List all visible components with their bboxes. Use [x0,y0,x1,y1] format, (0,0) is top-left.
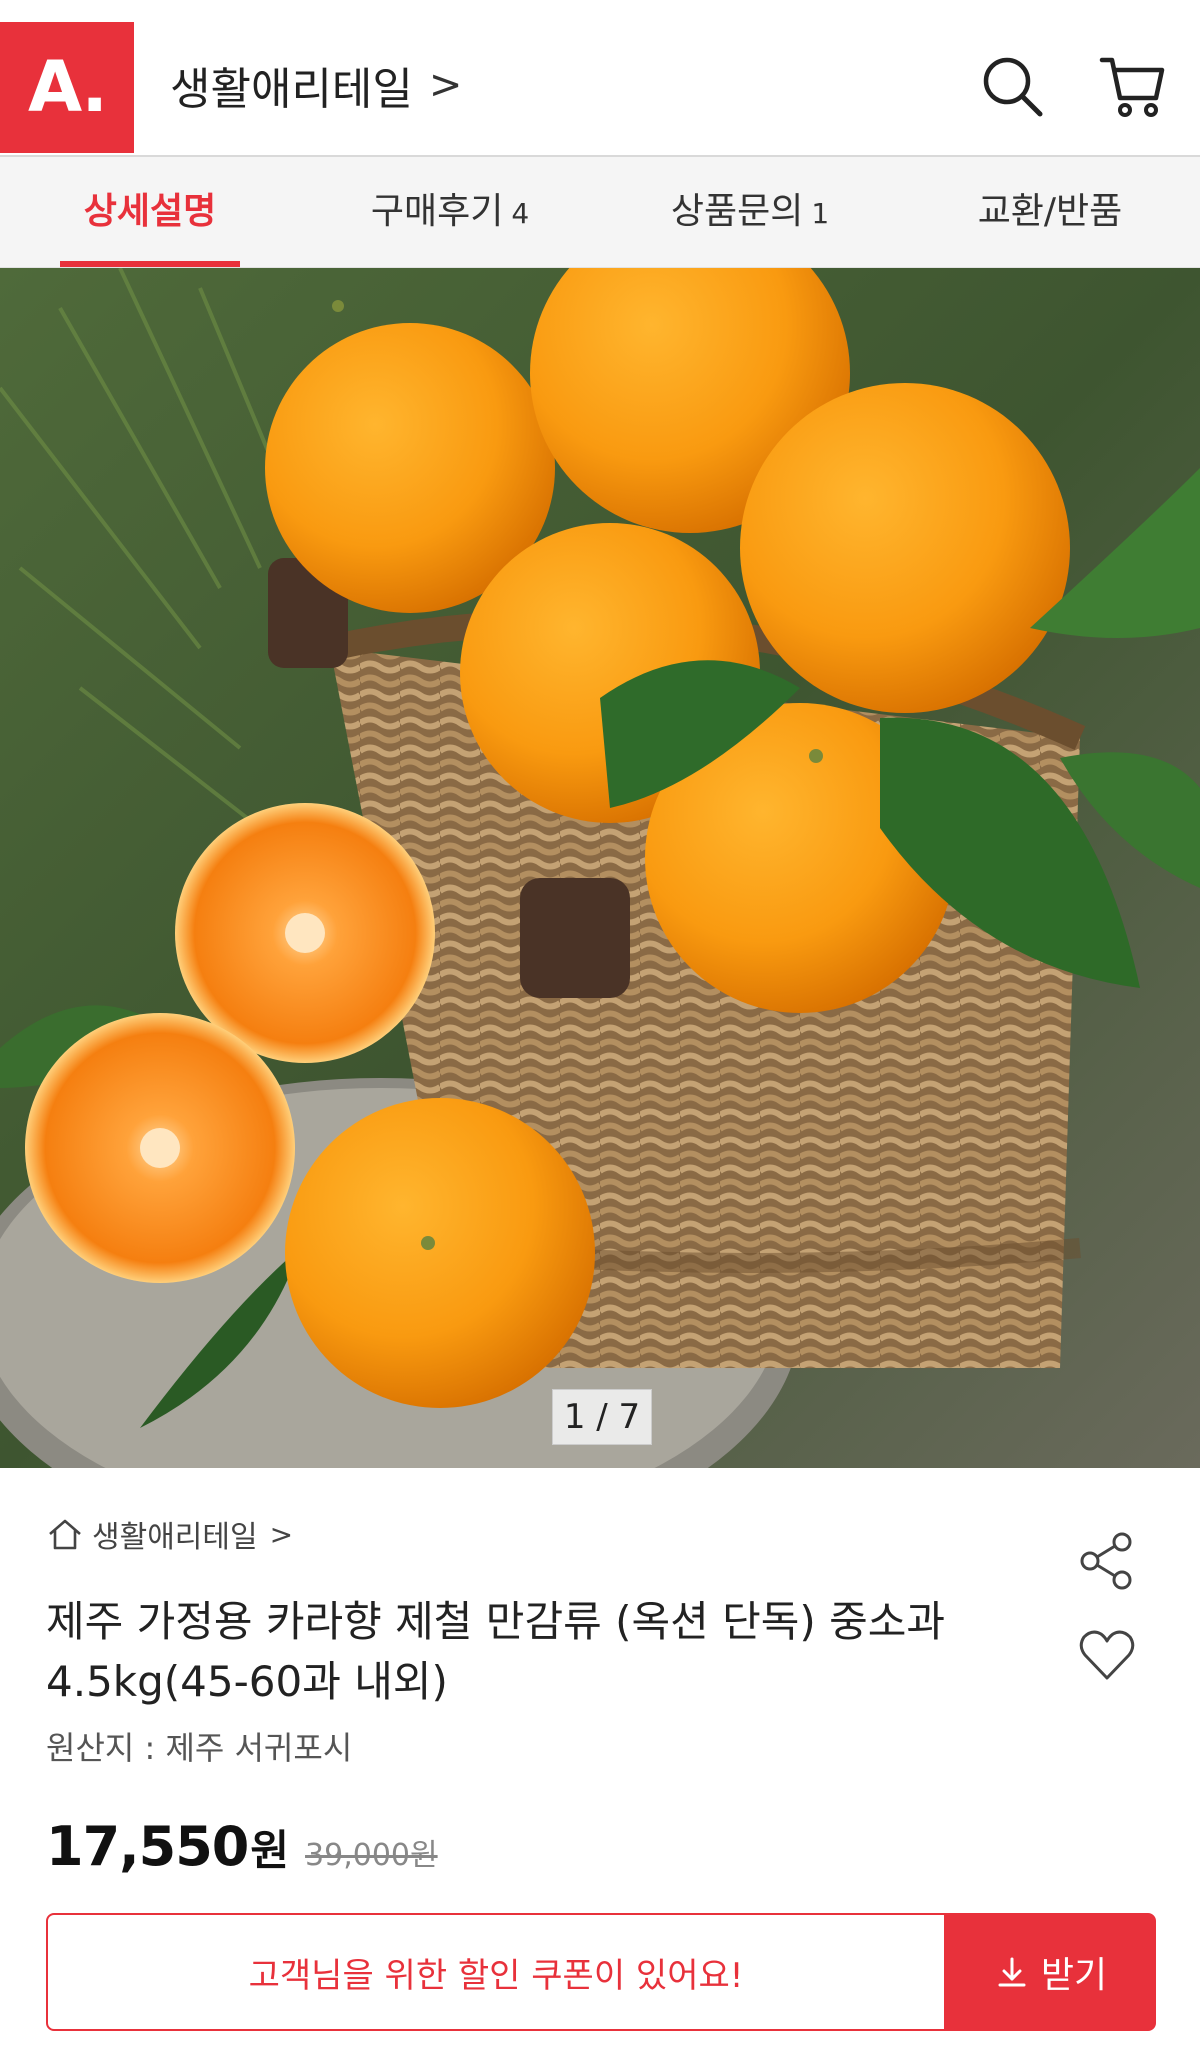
wishlist-button[interactable] [1076,1624,1138,1686]
home-icon [49,1519,81,1550]
tab-label: 상품문의 [670,191,804,232]
tab-exchange-return[interactable]: 교환/반품 [900,157,1200,267]
tab-label: 교환/반품 [977,191,1123,232]
original-price: 39,000원 [305,1838,438,1873]
product-image[interactable] [0,268,1200,1468]
coupon-message: 고객님을 위한 할인 쿠폰이 있어요! [248,1955,744,1996]
search-icon [983,57,1043,117]
chevron-right-icon: > [428,62,463,108]
tab-count: 4 [511,197,530,230]
top-header: A. 생활애리테일 > [0,0,1200,157]
price-unit: 원 [250,1826,290,1875]
product-title: 제주 가정용 카라향 제철 만감류 (옥션 단독) 중소과 4.5kg(45-6… [46,1597,946,1706]
tab-inquiries[interactable]: 상품문의 1 [600,157,900,267]
tab-count: 1 [811,197,830,230]
coupon-banner[interactable]: 고객님을 위한 할인 쿠폰이 있어요! [46,1913,946,2031]
product-tabs: 상세설명 구매후기 4 상품문의 1 교환/반품 [0,157,1200,268]
sale-price: 17,550 [46,1815,249,1878]
chevron-right-icon: > [269,1517,294,1551]
product-origin: 원산지 : 제주 서귀포시 [46,1729,353,1767]
tab-reviews[interactable]: 구매후기 4 [300,157,600,267]
store-name: 생활애리테일 [170,64,413,115]
share-icon [1080,1532,1132,1590]
oranges-basket-photo [0,268,1200,1468]
share-button[interactable] [1076,1530,1138,1592]
cart-button[interactable] [1098,52,1168,122]
heart-icon [1079,1630,1135,1680]
tab-label: 구매후기 [370,191,504,232]
tab-label: 상세설명 [83,191,217,232]
download-icon [998,1957,1026,1987]
tab-description[interactable]: 상세설명 [0,157,300,267]
price-row: 17,550 원 39,000원 [46,1815,438,1881]
search-button[interactable] [978,52,1048,122]
store-logo[interactable]: A. [0,22,134,153]
breadcrumb-store: 생활애리테일 [92,1520,258,1555]
store-name-link[interactable]: 생활애리테일 > [170,55,462,115]
breadcrumb[interactable]: 생활애리테일 > [46,1512,293,1556]
gallery-pager: 1 / 7 [552,1389,652,1445]
coupon-button-label: 받기 [1040,1955,1108,1996]
coupon-download-button[interactable]: 받기 [946,1913,1156,2031]
cart-icon [1099,57,1165,117]
